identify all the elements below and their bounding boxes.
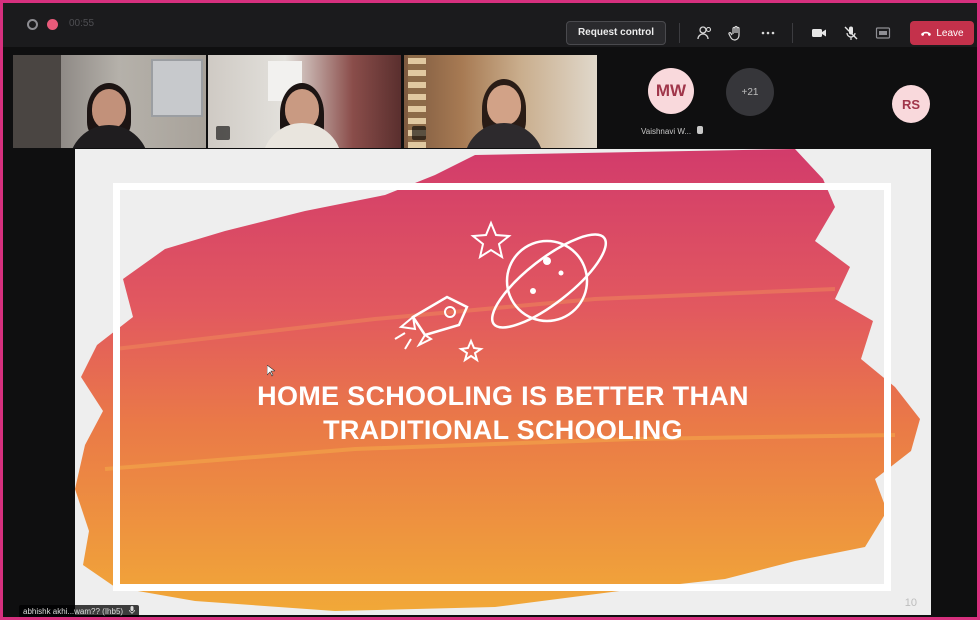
- phone-hangup-icon: [921, 31, 932, 36]
- video-background: [151, 59, 203, 117]
- mic-icon: [216, 126, 230, 140]
- participant-video-tile[interactable]: [404, 55, 597, 148]
- meeting-toolbar: 00:55 Request control Leave: [3, 3, 977, 47]
- mic-icon: [412, 126, 426, 140]
- raise-hand-icon[interactable]: [728, 25, 744, 41]
- mic-icon: [697, 126, 704, 134]
- participant-avatar-rs[interactable]: RS: [892, 85, 930, 123]
- mic-icon: [129, 605, 136, 617]
- share-tray-icon[interactable]: [875, 25, 891, 41]
- video-background: [13, 55, 61, 148]
- slide-title: HOME SCHOOLING IS BETTER THAN TRADITIONA…: [75, 379, 931, 447]
- participant-avatar-mw[interactable]: MW: [648, 68, 694, 114]
- participant-figure: [92, 89, 126, 129]
- slide-title-line: TRADITIONAL SCHOOLING: [323, 415, 683, 445]
- shared-presentation-slide: HOME SCHOOLING IS BETTER THAN TRADITIONA…: [75, 149, 931, 615]
- participant-video-tile[interactable]: [13, 55, 206, 148]
- leave-label: Leave: [936, 27, 964, 39]
- people-icon[interactable]: [697, 25, 713, 41]
- more-options-icon[interactable]: [760, 25, 776, 41]
- participant-name-label: Vaishnavi W...: [641, 127, 692, 136]
- leave-button[interactable]: Leave: [910, 21, 974, 45]
- meeting-window: 00:55 Request control Leave MW Vaishnavi…: [0, 0, 980, 620]
- meeting-timer: 00:55: [69, 18, 95, 29]
- presenter-name-tag: abhishk akhi...wam?? (Ihb5): [19, 605, 140, 617]
- toolbar-divider: [679, 23, 680, 43]
- participant-video-tile[interactable]: [208, 55, 401, 148]
- presenter-name: abhishk akhi...wam?? (Ihb5): [23, 607, 124, 616]
- participant-figure: [487, 85, 521, 125]
- camera-icon[interactable]: [811, 25, 827, 41]
- slide-title-line: HOME SCHOOLING IS BETTER THAN: [257, 381, 749, 411]
- recording-dot-icon: [47, 19, 58, 30]
- request-control-button[interactable]: Request control: [566, 21, 666, 45]
- toolbar-divider: [792, 23, 793, 43]
- mic-off-icon[interactable]: [843, 25, 859, 41]
- slide-page-number: 10: [904, 597, 917, 609]
- participant-name-mw: Vaishnavi W...: [641, 126, 704, 136]
- mouse-cursor-icon: [267, 365, 275, 377]
- window-dot-icon[interactable]: [27, 19, 38, 30]
- more-participants-button[interactable]: +21: [726, 68, 774, 116]
